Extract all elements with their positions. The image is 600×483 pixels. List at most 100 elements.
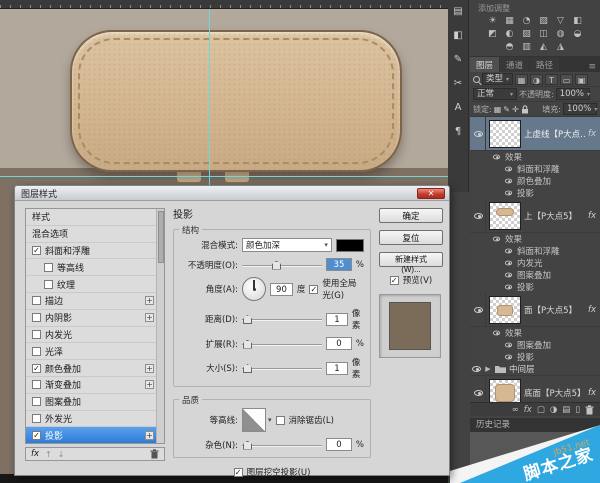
paragraph-panel-icon[interactable]: ¶ (451, 124, 466, 139)
link-layers-icon[interactable]: ∞ (512, 404, 519, 416)
eye-icon[interactable] (505, 355, 512, 360)
noise-slider[interactable] (242, 440, 322, 450)
invert-icon[interactable]: ◒ (569, 28, 586, 41)
checkbox[interactable] (32, 313, 41, 322)
hue-saturation-icon[interactable]: ◧ (569, 15, 586, 28)
checkbox[interactable] (32, 380, 41, 389)
checkbox[interactable] (44, 280, 53, 289)
dock-panel-icon-2[interactable]: ◧ (451, 28, 466, 43)
style-item-texture[interactable]: 纹理 (26, 276, 158, 293)
effect-row[interactable]: 投影 (470, 351, 600, 363)
noise-input[interactable]: 0 (326, 438, 352, 451)
style-item-satin[interactable]: 光泽 (26, 343, 158, 360)
fx-badge[interactable]: fx (588, 305, 598, 315)
add-instance-icon[interactable]: + (145, 364, 154, 373)
size-slider[interactable] (242, 363, 322, 373)
style-item-gradient-overlay[interactable]: 渐变叠加+ (26, 377, 158, 394)
layer-row-dashed-line[interactable]: 上虚线【P大点… fx (470, 117, 600, 151)
add-instance-icon[interactable]: + (145, 296, 154, 305)
style-item-pattern-overlay[interactable]: 图案叠加 (26, 394, 158, 411)
filter-adjustment-icon[interactable]: ◑ (530, 74, 543, 85)
checkbox[interactable] (32, 296, 41, 305)
eye-icon[interactable] (505, 167, 512, 172)
checkbox[interactable]: ✓ (32, 431, 41, 440)
eye-icon[interactable] (505, 285, 512, 290)
style-item-stroke[interactable]: 描边+ (26, 293, 158, 310)
size-input[interactable]: 1 (326, 362, 348, 375)
fill-dropdown[interactable]: 100% ▾ (563, 103, 597, 115)
lock-all-icon[interactable] (521, 105, 529, 114)
effects-header-row[interactable]: 效果 (470, 151, 600, 163)
visibility-cell[interactable] (472, 293, 486, 326)
levels-icon[interactable]: ▦ (501, 15, 518, 28)
antialias-checkbox[interactable] (276, 416, 285, 425)
spread-slider[interactable] (242, 339, 322, 349)
visibility-cell[interactable] (472, 376, 486, 402)
black-white-icon[interactable]: ◐ (501, 28, 518, 41)
checkbox[interactable]: ✓ (32, 246, 41, 255)
effects-header-row[interactable]: 效果 (470, 327, 600, 339)
add-instance-icon[interactable]: + (145, 431, 154, 440)
threshold-icon[interactable]: ▥ (518, 41, 535, 54)
close-icon[interactable]: ✕ (417, 188, 445, 199)
layer-row-top[interactable]: 上【P大点5】 fx (470, 199, 600, 233)
curves-icon[interactable]: ◔ (518, 15, 535, 28)
scrollbar-thumb[interactable] (158, 211, 164, 263)
style-item-outer-glow[interactable]: 外发光 (26, 411, 158, 428)
delete-style-icon[interactable] (150, 449, 159, 459)
dock-panel-icon-1[interactable]: ▤ (451, 4, 466, 19)
layer-group-row[interactable]: ▶ 中间层 (470, 363, 600, 376)
fx-badge[interactable]: fx (588, 211, 598, 221)
opacity-input[interactable]: 35 (326, 258, 352, 271)
filter-shape-icon[interactable]: ▭ (560, 74, 573, 85)
filter-pixel-icon[interactable]: ▦ (515, 74, 528, 85)
layer-thumbnail[interactable] (489, 296, 521, 324)
filter-kind-dropdown[interactable]: 类型 ▾ (482, 73, 513, 85)
color-balance-icon[interactable]: ◩ (484, 28, 501, 41)
character-panel-icon[interactable]: A (451, 100, 466, 115)
style-item-inner-glow[interactable]: 内发光 (26, 327, 158, 344)
effect-row[interactable]: 颜色叠加 (470, 175, 600, 187)
layer-thumbnail[interactable] (489, 120, 521, 148)
contour-picker[interactable] (242, 408, 266, 432)
tab-paths[interactable]: 路径 (530, 57, 559, 72)
effect-row[interactable]: 图案叠加 (470, 339, 600, 351)
eye-icon[interactable] (505, 179, 512, 184)
lock-image-icon[interactable]: ✎ (503, 105, 510, 114)
style-item-bevel-emboss[interactable]: ✓斜面和浮雕 (26, 243, 158, 260)
preview-checkbox[interactable]: ✓ (390, 276, 399, 285)
layer-thumbnail[interactable] (489, 202, 521, 230)
gradient-map-icon[interactable]: ◭ (535, 41, 552, 54)
effect-row[interactable]: 图案叠加 (470, 269, 600, 281)
add-layer-style-icon[interactable]: fx (524, 404, 532, 416)
channel-mixer-icon[interactable]: ◫ (535, 28, 552, 41)
clone-source-icon[interactable]: ✂ (451, 76, 466, 91)
effect-row[interactable]: 斜面和浮雕 (470, 245, 600, 257)
brightness-contrast-icon[interactable]: ☀ (484, 15, 501, 28)
distance-slider[interactable] (242, 314, 322, 324)
eye-icon[interactable] (505, 273, 512, 278)
move-down-icon[interactable]: ↓ (58, 450, 65, 459)
spread-input[interactable]: 0 (326, 337, 352, 350)
eye-icon[interactable] (493, 155, 500, 160)
eye-icon[interactable] (505, 343, 512, 348)
layer-thumbnail[interactable] (489, 379, 521, 403)
add-mask-icon[interactable]: ▢ (537, 404, 545, 416)
style-item-contour[interactable]: 等高线 (26, 259, 158, 276)
effect-row[interactable]: 内发光 (470, 257, 600, 269)
style-item-drop-shadow[interactable]: ✓投影+ (26, 427, 158, 444)
visibility-cell[interactable] (472, 199, 486, 232)
checkbox[interactable] (44, 263, 53, 272)
fx-badge[interactable]: fx (588, 129, 598, 139)
history-panel-header[interactable]: 历史记录 (470, 418, 600, 432)
ok-button[interactable]: 确定 (379, 208, 443, 223)
checkbox[interactable] (32, 397, 41, 406)
lock-transparency-icon[interactable]: ▦ (494, 105, 502, 114)
distance-input[interactable]: 1 (326, 313, 348, 326)
angle-input[interactable]: 90 (270, 283, 293, 296)
fx-badge[interactable]: fx (588, 388, 598, 398)
dialog-titlebar[interactable]: 图层样式 ✕ (15, 186, 449, 201)
add-instance-icon[interactable]: + (145, 380, 154, 389)
style-item-inner-shadow[interactable]: 内阴影+ (26, 310, 158, 327)
tab-channels[interactable]: 通道 (500, 57, 529, 72)
